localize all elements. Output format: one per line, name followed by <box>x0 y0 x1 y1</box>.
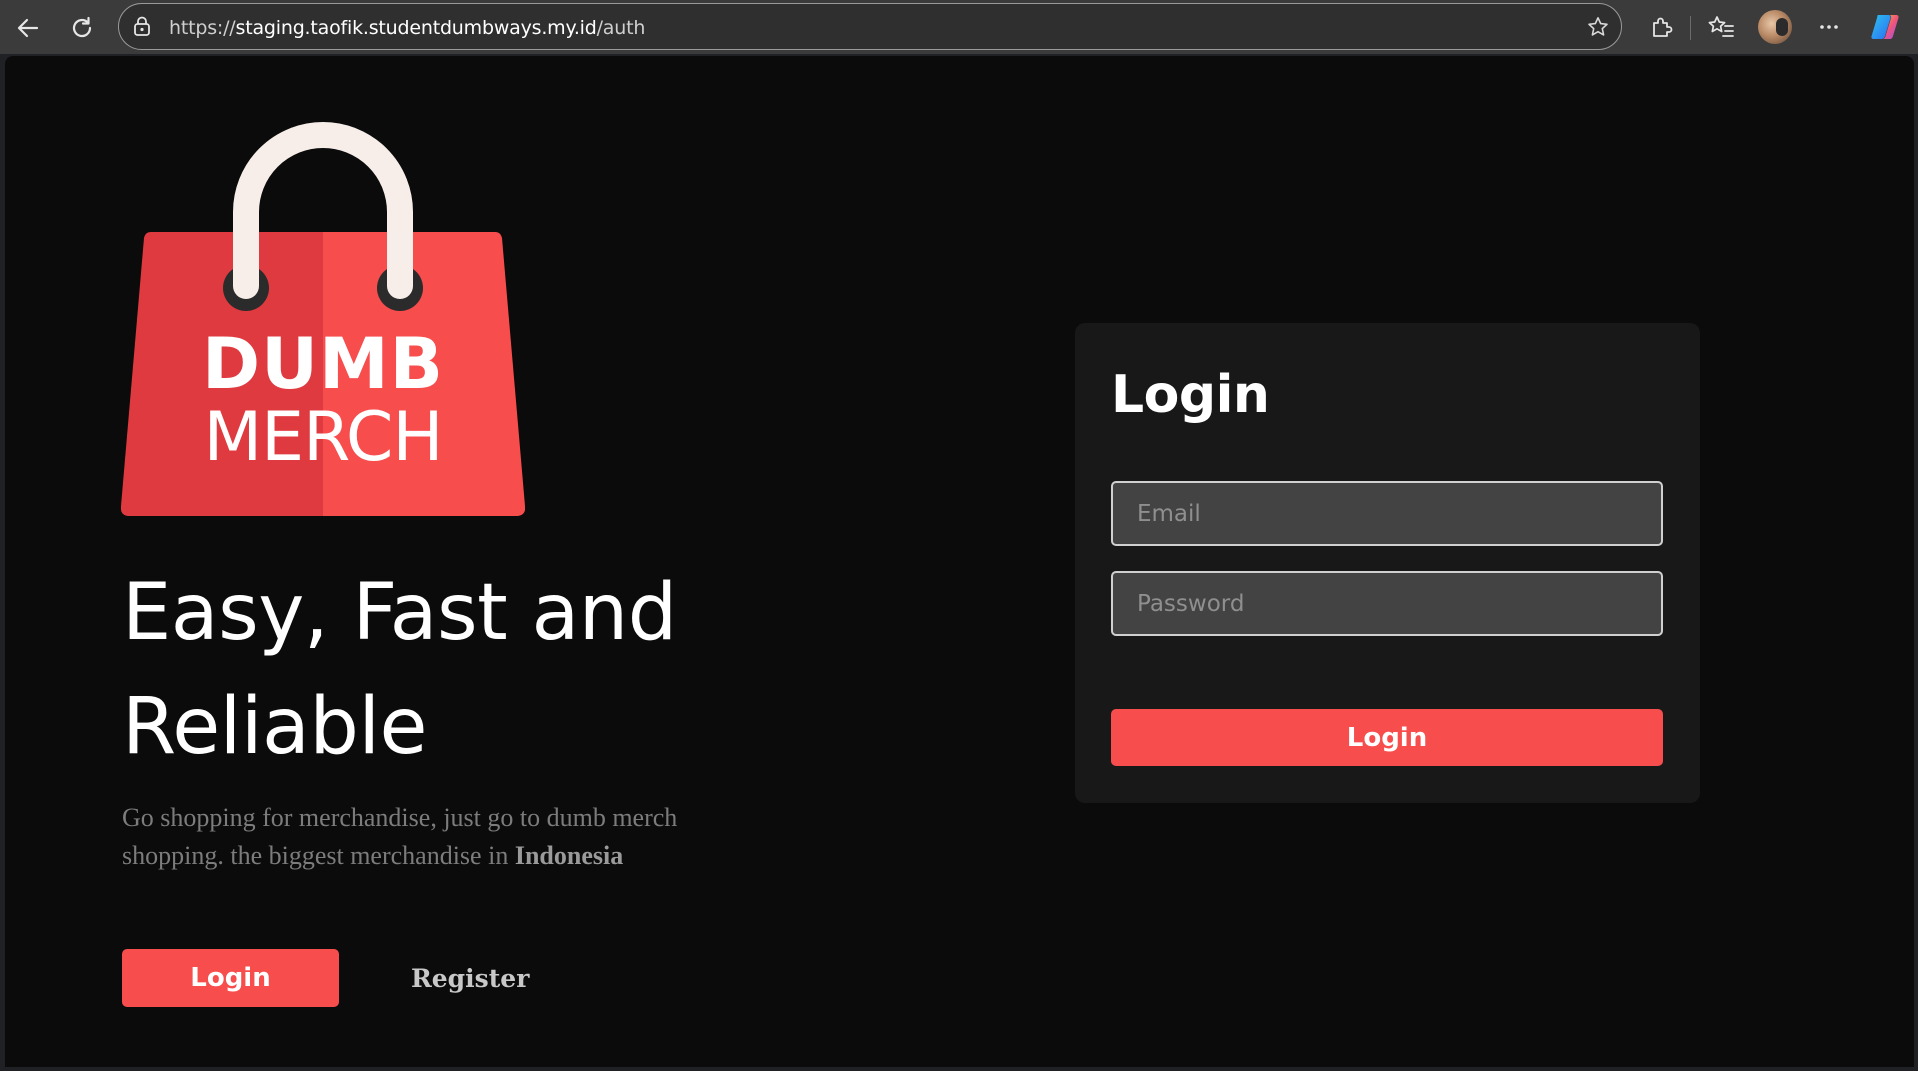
hero-tagline: Easy, Fast and Reliable <box>122 568 677 772</box>
url-host: staging.taofik.studentdumbways.my.id <box>235 17 597 39</box>
more-options-button[interactable] <box>1812 10 1846 44</box>
extensions-icon <box>1653 17 1673 37</box>
url-text[interactable]: https://staging.taofik.studentdumbways.m… <box>169 17 645 39</box>
toolbar-divider <box>1690 16 1691 40</box>
avatar <box>1758 10 1792 44</box>
reload-icon <box>72 16 92 38</box>
more-options-icon <box>1820 25 1838 29</box>
back-arrow-icon <box>17 18 39 38</box>
copilot-icon <box>1871 15 1899 39</box>
logo-line-dumb: DUMB <box>202 323 444 405</box>
address-bar[interactable]: https://staging.taofik.studentdumbways.m… <box>118 3 1622 50</box>
url-scheme: https:// <box>169 17 236 39</box>
reload-button[interactable] <box>62 8 102 48</box>
hero-description: Go shopping for merchandise, just go to … <box>122 799 742 875</box>
browser-toolbar: https://staging.taofik.studentdumbways.m… <box>0 0 1918 54</box>
extensions-button[interactable] <box>1644 10 1678 44</box>
profile-button[interactable] <box>1758 10 1792 44</box>
logo-line-merch: MERCH <box>203 398 442 477</box>
login-submit-button[interactable]: Login <box>1111 709 1663 766</box>
copilot-button[interactable] <box>1868 10 1902 44</box>
lock-icon[interactable] <box>131 15 153 37</box>
hero-register-button[interactable]: Register <box>411 949 529 1007</box>
star-icon[interactable] <box>1585 14 1611 40</box>
dumb-merch-logo: DUMB MERCH <box>120 120 526 516</box>
hero-login-button[interactable]: Login <box>122 949 339 1007</box>
url-path: /auth <box>596 17 646 39</box>
email-field[interactable] <box>1111 481 1663 546</box>
login-card-title: Login <box>1111 365 1270 425</box>
password-field[interactable] <box>1111 571 1663 636</box>
login-card: Login Login <box>1075 323 1700 803</box>
favorites-button[interactable] <box>1704 10 1738 44</box>
hero-description-bold: Indonesia <box>514 841 624 870</box>
back-button[interactable] <box>8 8 48 48</box>
page-content: DUMB MERCH Easy, Fast and Reliable Go sh… <box>5 56 1914 1067</box>
favorites-icon <box>1708 16 1734 37</box>
